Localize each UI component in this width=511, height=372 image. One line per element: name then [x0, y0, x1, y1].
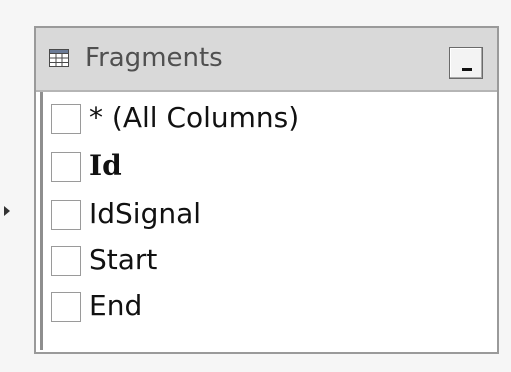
table-fragments-window[interactable]: Fragments * (All Columns) Id IdSignal St… [34, 26, 499, 354]
column-label-all: * (All Columns) [89, 101, 300, 134]
minimize-icon [462, 68, 472, 71]
column-checkbox-id[interactable] [51, 152, 81, 182]
table-title: Fragments [85, 43, 223, 73]
column-checkbox-start[interactable] [51, 246, 81, 276]
column-row-all[interactable]: * (All Columns) [51, 100, 471, 136]
column-label-end: End [89, 289, 143, 322]
table-title-bar[interactable]: Fragments [36, 28, 497, 92]
column-row-end[interactable]: End [51, 288, 471, 324]
column-row-start[interactable]: Start [51, 242, 471, 278]
column-label-idsignal: IdSignal [89, 197, 202, 230]
query-designer-canvas: Fragments * (All Columns) Id IdSignal St… [0, 0, 511, 372]
column-row-id[interactable]: Id [51, 148, 471, 184]
column-checkbox-end[interactable] [51, 292, 81, 322]
column-row-idsignal[interactable]: IdSignal [51, 196, 471, 232]
column-checkbox-idsignal[interactable] [51, 200, 81, 230]
column-checkbox-all[interactable] [51, 104, 81, 134]
table-grid-icon [49, 49, 69, 67]
column-label-id: Id [89, 149, 122, 182]
relationship-connector-icon[interactable] [4, 206, 10, 216]
column-list: * (All Columns) Id IdSignal Start End [40, 92, 493, 350]
column-label-start: Start [89, 243, 158, 276]
minimize-button[interactable] [449, 47, 483, 79]
